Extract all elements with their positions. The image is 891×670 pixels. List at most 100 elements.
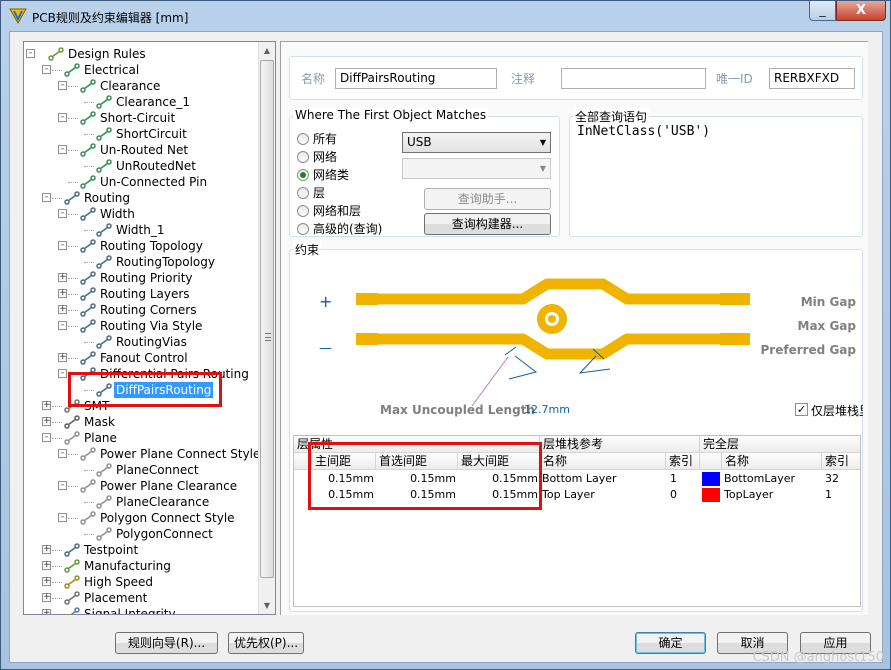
tree-connector xyxy=(84,262,94,263)
tree-item[interactable]: RoutingTopology xyxy=(96,254,217,270)
tree-item[interactable]: Width xyxy=(80,206,137,222)
tree-item[interactable]: PolygonConnect xyxy=(96,526,215,542)
comment-field[interactable] xyxy=(561,68,706,89)
collapse-icon[interactable]: - xyxy=(58,113,67,122)
design-rules-icon xyxy=(48,47,64,61)
match-option-radio[interactable]: 高级的(查询) xyxy=(297,220,382,237)
expand-icon[interactable]: + xyxy=(42,593,51,602)
plane-icon xyxy=(96,527,112,541)
tree-item[interactable]: Routing Corners xyxy=(80,302,198,318)
expand-icon[interactable]: + xyxy=(42,561,51,570)
tree-item[interactable]: Width_1 xyxy=(96,222,167,238)
scroll-down-icon[interactable]: ▼ xyxy=(259,597,275,614)
tree-connector xyxy=(68,246,78,247)
tree-item[interactable]: Plane xyxy=(64,430,119,446)
collapse-icon[interactable]: - xyxy=(58,241,67,250)
collapse-icon[interactable]: - xyxy=(42,193,51,202)
tree-item[interactable]: Signal Integrity xyxy=(64,606,178,614)
tree-item[interactable]: Polygon Connect Style xyxy=(80,510,237,526)
tree-item[interactable]: Manufacturing xyxy=(64,558,173,574)
netclass-combo[interactable]: USB ▼ xyxy=(402,132,551,153)
tree-scrollbar[interactable]: ▲ ▼ xyxy=(258,42,275,614)
tree-item[interactable]: Clearance_1 xyxy=(96,94,192,110)
rule-panel: 名称 DiffPairsRouting 注释 唯一ID RERBXFXD Whe… xyxy=(280,41,868,615)
tree-connector xyxy=(52,422,62,423)
collapse-icon[interactable]: - xyxy=(58,481,67,490)
tree-item[interactable]: Fanout Control xyxy=(80,350,190,366)
query-text[interactable]: InNetClass('USB') xyxy=(577,124,710,139)
collapse-icon[interactable]: - xyxy=(42,65,51,74)
match-option-radio[interactable]: 网络和层 xyxy=(297,202,361,219)
layer-index-column[interactable]: 索引 xyxy=(666,453,700,470)
tree-item[interactable]: Routing Layers xyxy=(80,286,192,302)
tree-item[interactable]: Mask xyxy=(64,414,117,430)
rule-wizard-button[interactable]: 规则向导(R)... xyxy=(115,632,218,654)
match-option-radio[interactable]: 层 xyxy=(297,184,325,201)
expand-icon[interactable]: + xyxy=(58,353,67,362)
tree-item[interactable]: Electrical xyxy=(64,62,141,78)
collapse-icon[interactable]: - xyxy=(42,433,51,442)
tree-item[interactable]: Routing Priority xyxy=(80,270,195,286)
tree-item[interactable]: Clearance xyxy=(80,78,162,94)
expand-icon[interactable]: + xyxy=(42,545,51,554)
tree-item[interactable]: Placement xyxy=(64,590,149,606)
collapse-icon[interactable]: - xyxy=(58,321,67,330)
tree-item[interactable]: ShortCircuit xyxy=(96,126,189,142)
match-option-radio[interactable]: 所有 xyxy=(297,130,337,147)
ok-button[interactable]: 确定 xyxy=(635,632,706,654)
layer-name-column[interactable]: 名称 xyxy=(540,453,666,470)
name-field[interactable]: DiffPairsRouting xyxy=(335,68,497,89)
expand-icon[interactable]: + xyxy=(58,289,67,298)
expand-icon[interactable]: + xyxy=(42,609,51,614)
tree-item-label: UnRoutedNet xyxy=(116,159,196,173)
tree-item[interactable]: Power Plane Clearance xyxy=(80,478,239,494)
tree-item[interactable]: Routing Via Style xyxy=(80,318,204,334)
tree-item[interactable]: PlaneConnect xyxy=(96,462,201,478)
match-option-radio[interactable]: 网络类 xyxy=(297,166,349,183)
secondary-combo[interactable]: ▼ xyxy=(402,158,551,179)
expand-icon[interactable]: + xyxy=(42,401,51,410)
full-layer-index-column[interactable]: 索引 xyxy=(822,453,860,470)
scroll-up-icon[interactable]: ▲ xyxy=(259,42,275,59)
collapse-icon[interactable]: - xyxy=(58,369,67,378)
tree-item[interactable]: Power Plane Connect Style xyxy=(80,446,262,462)
query-builder-button[interactable]: 查询构建器... xyxy=(424,213,551,235)
collapse-icon[interactable]: - xyxy=(26,49,35,58)
expand-icon[interactable]: + xyxy=(58,305,67,314)
match-option-label: 网络类 xyxy=(313,168,350,182)
tree-item[interactable]: Design Rules xyxy=(48,46,148,62)
scroll-thumb[interactable] xyxy=(260,60,274,578)
tree-connector xyxy=(68,214,78,215)
max-uncoupled-value[interactable]: 12.7mm xyxy=(524,403,570,416)
expand-icon[interactable]: + xyxy=(42,577,51,586)
full-layer-name-column[interactable]: 名称 xyxy=(722,453,822,470)
rules-tree[interactable]: Design Rules - Electrical - Clearance - Cleara… xyxy=(23,41,276,615)
collapse-icon[interactable]: - xyxy=(58,513,67,522)
unique-id-field[interactable]: RERBXFXD xyxy=(769,68,855,89)
tree-item[interactable]: UnRoutedNet xyxy=(96,158,198,174)
tree-item[interactable]: Short-Circuit xyxy=(80,110,177,126)
tree-item[interactable]: RoutingVias xyxy=(96,334,189,350)
collapse-icon[interactable]: - xyxy=(58,81,67,90)
tree-item[interactable]: PlaneClearance xyxy=(96,494,211,510)
stack-only-checkbox[interactable]: ✓ xyxy=(795,403,808,416)
tree-connector xyxy=(84,166,94,167)
minimize-button[interactable]: _ xyxy=(809,1,836,21)
collapse-icon[interactable]: - xyxy=(58,209,67,218)
match-option-radio[interactable]: 网络 xyxy=(297,148,337,165)
tree-item[interactable]: High Speed xyxy=(64,574,155,590)
tree-item[interactable]: Routing Topology xyxy=(80,238,205,254)
collapse-icon[interactable]: - xyxy=(58,145,67,154)
close-button[interactable]: X xyxy=(836,1,886,21)
expand-icon[interactable]: + xyxy=(58,273,67,282)
expand-icon[interactable]: + xyxy=(42,417,51,426)
collapse-icon[interactable]: - xyxy=(58,449,67,458)
query-helper-button[interactable]: 查询助手... xyxy=(424,188,551,210)
title-bar[interactable]: PCB规则及约束编辑器 [mm] _ X xyxy=(1,1,890,31)
tree-item[interactable]: Un-Connected Pin xyxy=(80,174,209,190)
tree-item[interactable]: Routing xyxy=(64,190,132,206)
tree-item[interactable]: Testpoint xyxy=(64,542,140,558)
tree-item[interactable]: Un-Routed Net xyxy=(80,142,190,158)
color-column[interactable] xyxy=(700,453,722,470)
priority-button[interactable]: 优先权(P)... xyxy=(228,632,304,654)
